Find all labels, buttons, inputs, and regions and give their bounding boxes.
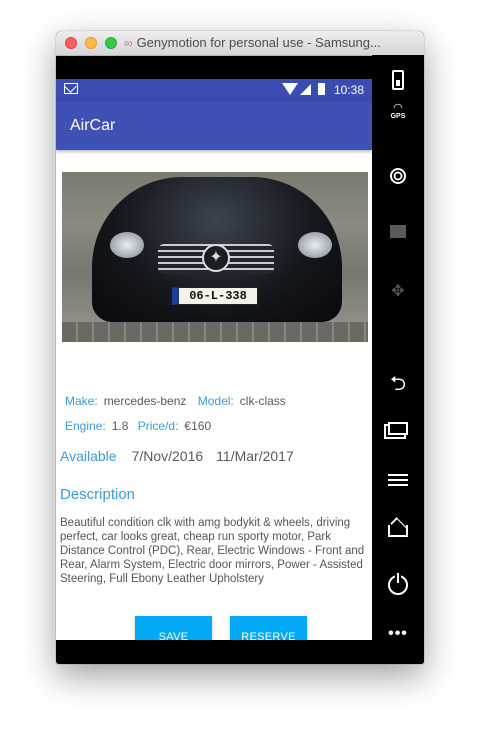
clapperboard-icon[interactable] [372, 225, 424, 243]
gps-label: GPS [390, 113, 406, 120]
available-to[interactable]: 11/Mar/2017 [216, 448, 294, 464]
mercedes-star-logo: ✦ [202, 244, 230, 272]
window-titlebar: ∞ Genymotion for personal use - Samsung..… [56, 31, 424, 56]
headlight-right [298, 232, 332, 258]
window-title-text: Genymotion for personal use - Samsung... [136, 35, 381, 50]
webcam-icon[interactable] [372, 168, 424, 189]
engine-price-row: Engine: 1.8 Price/d: €160 [65, 419, 211, 433]
mail-notification-icon [64, 83, 78, 94]
close-window-button[interactable] [65, 37, 77, 49]
availability-row: Available 7/Nov/2016 11/Mar/2017 [60, 448, 294, 465]
available-from[interactable]: 7/Nov/2016 [132, 448, 204, 464]
description-text: Beautiful condition clk with amg bodykit… [60, 517, 365, 585]
back-icon[interactable]: ⮌ [372, 369, 424, 403]
status-bar: 10:38 [56, 79, 372, 102]
car-photo: ✦ 06-L-338 [62, 172, 368, 342]
license-plate: 06-L-338 [172, 287, 258, 305]
available-label: Available [60, 448, 117, 464]
menu-icon[interactable] [372, 473, 424, 491]
genymotion-logo-icon: ∞ [124, 36, 133, 50]
dpad-icon[interactable]: ✥ [372, 281, 424, 301]
price-label: Price/d: [137, 419, 179, 433]
emulator-sidebar: ◠ GPS ✥ ⮌ ••• [372, 55, 424, 664]
model-label: Model: [197, 394, 234, 408]
recent-apps-icon[interactable] [372, 422, 424, 440]
engine-value: 1.8 [111, 419, 129, 433]
window-title: ∞ Genymotion for personal use - Samsung..… [124, 35, 420, 51]
make-label: Make: [65, 394, 98, 408]
phone-screen: 10:38 AirCar ✦ 06-L-338 Make: mercedes-be… [56, 79, 372, 640]
model-value: clk-class [239, 394, 286, 408]
description-heading: Description [60, 486, 136, 503]
reserve-button[interactable]: RESERVE [230, 616, 307, 640]
app-title: AirCar [70, 117, 116, 134]
wifi-icon [282, 83, 298, 95]
engine-label: Engine: [65, 419, 106, 433]
emulator-window: ∞ Genymotion for personal use - Samsung..… [56, 31, 424, 664]
car-photo-ground [62, 322, 368, 342]
maximize-window-button[interactable] [105, 37, 117, 49]
more-icon[interactable]: ••• [372, 625, 424, 643]
app-bar: AirCar [56, 102, 372, 150]
gps-icon[interactable]: ◠ GPS [372, 103, 424, 121]
power-icon[interactable] [372, 573, 424, 600]
status-time: 10:38 [333, 83, 364, 97]
battery-status-icon [318, 83, 325, 95]
home-icon[interactable] [372, 524, 424, 542]
headlight-left [110, 232, 144, 258]
minimize-window-button[interactable] [85, 37, 97, 49]
price-value: €160 [184, 419, 212, 433]
signal-icon [300, 84, 311, 95]
make-value: mercedes-benz [103, 394, 187, 408]
battery-icon[interactable] [372, 70, 424, 95]
make-model-row: Make: mercedes-benz Model: clk-class [65, 394, 286, 408]
save-button[interactable]: SAVE [135, 616, 212, 640]
